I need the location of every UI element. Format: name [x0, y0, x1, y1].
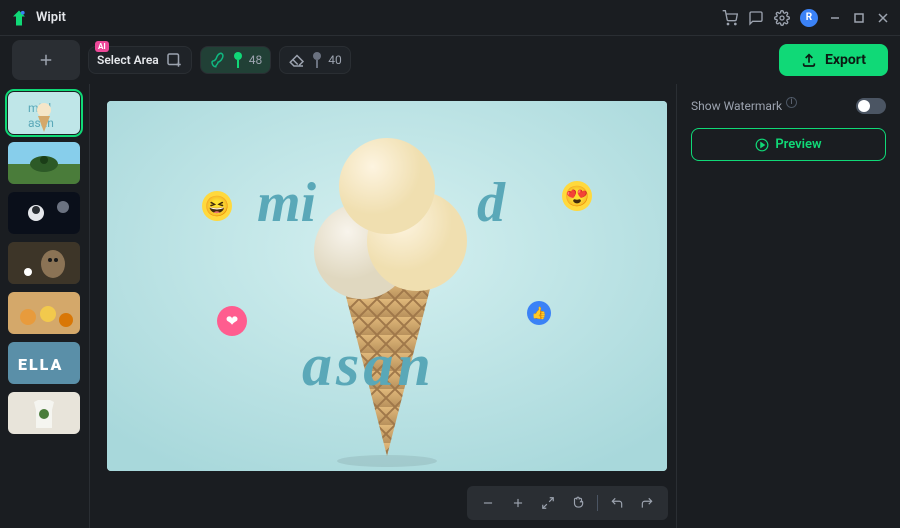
marquee-icon — [165, 51, 183, 69]
export-icon — [801, 52, 817, 68]
fit-screen-button[interactable] — [537, 492, 559, 514]
eraser-icon — [288, 51, 306, 69]
zoom-out-button[interactable] — [477, 492, 499, 514]
gear-icon[interactable] — [774, 10, 790, 26]
thumb-tshirt[interactable] — [8, 392, 80, 434]
preview-label: Preview — [775, 137, 821, 152]
titlebar: Wipit R — [0, 0, 900, 36]
watermark-toggle[interactable] — [856, 98, 886, 114]
zoom-in-button[interactable] — [507, 492, 529, 514]
editor-canvas[interactable]: mi d asan 😆 😍 ❤ 👍 — [107, 101, 667, 471]
select-area-label: Select Area — [97, 53, 159, 67]
select-area-tool[interactable]: AI Select Area — [88, 46, 192, 74]
thumbnail-sidebar: mi dasan ELLA — [0, 84, 90, 528]
right-panel: Show Watermark i Preview — [676, 84, 900, 528]
thumb-ella[interactable]: ELLA — [8, 342, 80, 384]
emoji-hearteyes-icon: 😍 — [562, 181, 592, 211]
avatar[interactable]: R — [800, 9, 818, 27]
main-area: mi dasan ELLA — [0, 84, 900, 528]
minimize-icon[interactable] — [828, 11, 842, 25]
watermark-label: Show Watermark — [691, 99, 782, 113]
thumb-pastries[interactable] — [8, 292, 80, 334]
redo-button[interactable] — [636, 492, 658, 514]
thumb-astronaut[interactable] — [8, 192, 80, 234]
separator — [597, 495, 598, 511]
cart-icon[interactable] — [722, 10, 738, 26]
system-icons: R — [722, 9, 890, 27]
emoji-xd-icon: 😆 — [202, 191, 232, 221]
ai-badge: AI — [95, 41, 109, 52]
eraser-indicator-icon — [312, 51, 322, 69]
svg-text:ELLA: ELLA — [18, 355, 63, 374]
maximize-icon[interactable] — [852, 11, 866, 25]
thumb-landscape[interactable] — [8, 142, 80, 184]
preview-button[interactable]: Preview — [691, 128, 886, 161]
add-image-button[interactable] — [12, 40, 80, 80]
thumb-icecream[interactable]: mi dasan — [8, 92, 80, 134]
brush-size-value: 48 — [249, 53, 263, 67]
app-title: Wipit — [36, 10, 66, 25]
brush-icon — [209, 51, 227, 69]
toolbar: AI Select Area 48 40 Export — [0, 36, 900, 84]
chat-icon[interactable] — [748, 10, 764, 26]
emoji-heart-icon: ❤ — [217, 306, 247, 336]
brush-tool[interactable]: 48 — [200, 46, 272, 74]
emoji-like-icon: 👍 — [527, 301, 551, 325]
canvas-text-top-left: mi — [257, 171, 316, 235]
brush-indicator-icon — [233, 51, 243, 69]
play-icon — [755, 138, 769, 152]
close-icon[interactable] — [876, 11, 890, 25]
undo-button[interactable] — [606, 492, 628, 514]
watermark-row: Show Watermark i — [691, 98, 886, 114]
canvas-toolbar — [467, 486, 668, 520]
info-icon[interactable]: i — [786, 97, 797, 108]
pan-button[interactable] — [567, 492, 589, 514]
canvas-text-bottom: asan — [302, 331, 435, 400]
app-logo-icon — [10, 9, 28, 27]
canvas-text-top-right: d — [477, 171, 505, 235]
eraser-tool[interactable]: 40 — [279, 46, 351, 74]
export-label: Export — [825, 52, 866, 68]
export-button[interactable]: Export — [779, 44, 888, 76]
eraser-size-value: 40 — [328, 53, 342, 67]
canvas-wrap: mi d asan 😆 😍 ❤ 👍 — [98, 92, 676, 480]
thumb-owl[interactable] — [8, 242, 80, 284]
canvas-area: mi d asan 😆 😍 ❤ 👍 — [90, 84, 676, 528]
